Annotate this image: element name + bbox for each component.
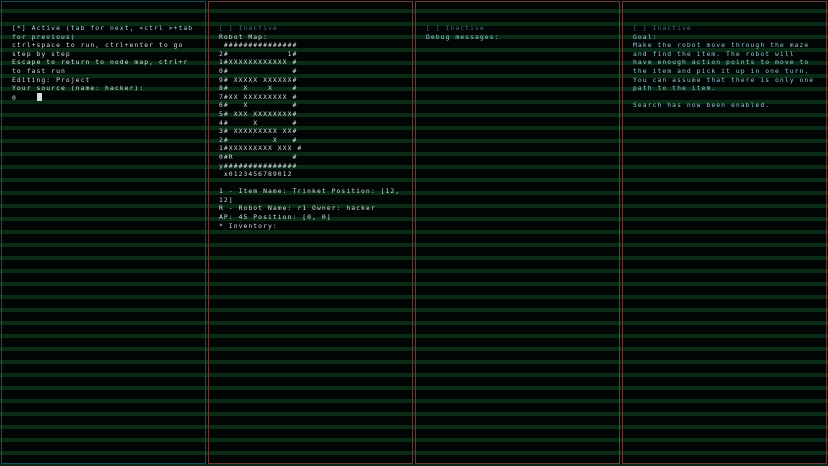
maze-row: 1#XXXXXXXXX XXX #: [219, 144, 303, 153]
run-instructions: ctrl+space to run, ctrl+enter to go step…: [12, 41, 184, 58]
maze-row: 0# #: [219, 66, 298, 75]
maze-row: 8# X X #: [219, 84, 298, 93]
maze-row: 2# 1#: [219, 49, 298, 58]
maze-row: 2# X #: [219, 135, 298, 144]
maze-row: 7#XX XXXXXXXXX #: [219, 92, 298, 101]
goal-title: Goal:: [633, 32, 658, 41]
debug-title: Debug messages:: [426, 32, 500, 41]
item-legend: 1 - Item Name: Trinket Position: [12, 12…: [219, 187, 401, 204]
search-notice: Search has now been enabled.: [633, 101, 771, 110]
maze-axis-row: x0123456789012: [219, 170, 293, 179]
text-cursor: [36, 92, 42, 101]
maze-row: 6# X #: [219, 101, 298, 110]
maze-row: y###############: [219, 161, 298, 170]
maze-row: 1#XXXXXXXXXXXX #: [219, 58, 298, 67]
panel-status-header: [ ] Inactive: [219, 24, 278, 32]
escape-instructions: Escape to return to node map, ctrl+r to …: [12, 58, 189, 75]
maze-row: 5# XXX XXXXXXXX#: [219, 109, 298, 118]
robot-legend: R - Robot Name: r1 Owner: hacker: [219, 204, 376, 213]
editor-panel[interactable]: [*] Active (tab for next, <ctrl >+tab fo…: [1, 1, 206, 464]
goal-description: Make the robot move through the maze and…: [633, 41, 815, 93]
debug-panel[interactable]: [ ] Inactive Debug messages:: [415, 1, 620, 464]
panel-status-header: [ ] Inactive: [633, 24, 692, 32]
maze-row: 9# XXXXX XXXXXX#: [219, 75, 298, 84]
panel-status-header: [ ] Inactive: [426, 24, 485, 32]
inventory-label: * Inventory:: [219, 221, 278, 230]
maze-row: 4# X #: [219, 118, 298, 127]
map-panel[interactable]: [ ] Inactive Robot Map: ############### …: [208, 1, 413, 464]
maze-row: ###############: [219, 41, 298, 50]
map-title: Robot Map:: [219, 32, 268, 41]
maze-row: 3# XXXXXXXXX XX#: [219, 127, 298, 136]
editing-label: Editing: Project: [12, 75, 91, 84]
maze-grid: ############### 2# 1# 1#XXXXXXXXXXXX # 0…: [219, 41, 402, 179]
line-number: 0: [12, 93, 37, 102]
panel-status-header: [*] Active (tab for next, <ctrl >+tab fo…: [12, 24, 194, 41]
game-screen: [*] Active (tab for next, <ctrl >+tab fo…: [0, 0, 828, 466]
goal-panel[interactable]: [ ] Inactive Goal: Make the robot move t…: [622, 1, 827, 464]
source-label: Your source (name: hacker):: [12, 84, 145, 93]
source-editor[interactable]: 0: [12, 92, 195, 103]
maze-row: 0#R #: [219, 152, 298, 161]
robot-stats: AP: 45 Position: [0, 0]: [219, 213, 332, 222]
